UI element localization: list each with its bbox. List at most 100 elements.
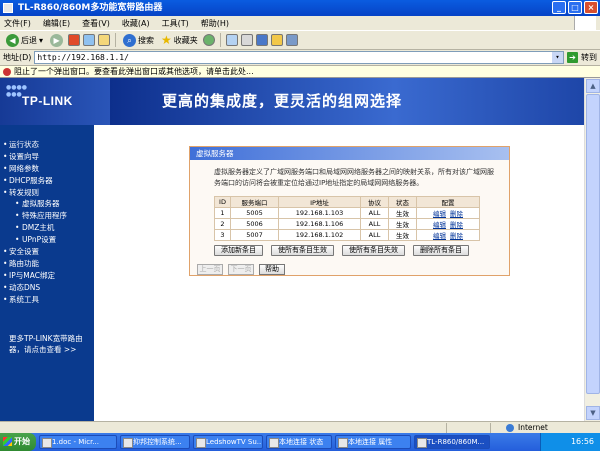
go-arrow-icon[interactable]: ➔ — [567, 52, 578, 63]
status-cell — [446, 423, 460, 433]
search-button[interactable]: ⌕ 搜索 — [121, 32, 156, 48]
banner-slogan: 更高的集成度，更灵活的组网选择 — [162, 92, 403, 110]
forward-arrow-icon: ▶ — [50, 33, 64, 47]
search-icon: ⌕ — [123, 33, 137, 47]
sidebar-item-forwarding[interactable]: 转发规则 — [0, 187, 94, 199]
refresh-icon[interactable] — [83, 34, 96, 46]
virtual-server-panel: 虚拟服务器 虚拟服务器定义了广域网服务端口和局域网网络服务器之间的映射关系，所有… — [189, 146, 510, 276]
close-button[interactable]: × — [584, 1, 598, 14]
sidebar-item-security[interactable]: 安全设置 — [0, 246, 94, 258]
address-input[interactable]: http://192.168.1.1/ ▾ — [34, 51, 564, 64]
window-title-bar: TL-R860/860M多功能宽带路由器 _ □ × — [0, 0, 600, 16]
col-status: 状态 — [388, 196, 417, 208]
scroll-up-icon[interactable]: ▲ — [586, 79, 600, 93]
back-button[interactable]: ◀ 后退 ▾ — [4, 32, 45, 48]
taskbar-item-router[interactable]: TL-R860/860M... — [414, 435, 490, 449]
menu-view[interactable]: 查看(V) — [82, 18, 110, 29]
cell-port: 5006 — [230, 218, 279, 230]
cell-id: 2 — [214, 218, 231, 230]
word-icon[interactable] — [255, 34, 268, 46]
cell-config: 编辑 删除 — [416, 207, 480, 219]
delete-all-button[interactable]: 删除所有条目 — [413, 245, 469, 256]
enable-all-button[interactable]: 使所有条目生效 — [271, 245, 334, 256]
col-protocol: 协议 — [360, 196, 389, 208]
col-ip: IP地址 — [278, 196, 361, 208]
taskbar-item-word[interactable]: 1.doc - Micr... — [39, 435, 117, 449]
sidebar-item-dmz[interactable]: DMZ主机 — [0, 222, 94, 234]
edit-link[interactable]: 编辑 — [433, 232, 446, 240]
media-icon[interactable] — [202, 34, 215, 46]
scroll-thumb[interactable] — [586, 94, 600, 394]
maximize-button[interactable]: □ — [568, 1, 582, 14]
search-label: 搜索 — [138, 35, 155, 45]
menu-tools[interactable]: 工具(T) — [162, 18, 189, 29]
cell-id: 3 — [214, 229, 231, 241]
home-icon[interactable] — [98, 34, 111, 46]
sidebar-item-special-app[interactable]: 特殊应用程序 — [0, 210, 94, 222]
col-port: 服务端口 — [230, 196, 279, 208]
messenger-icon[interactable] — [285, 34, 298, 46]
windows-taskbar: 开始 1.doc - Micr... 抑邦控制系统... LedshowTV S… — [0, 433, 600, 451]
sidebar-item-upnp[interactable]: UPnP设置 — [0, 234, 94, 246]
sidebar-item-system[interactable]: 系统工具 — [0, 294, 94, 306]
edit-link[interactable]: 编辑 — [433, 221, 446, 229]
chevron-down-icon[interactable]: ▾ — [552, 52, 563, 63]
more-products-link[interactable]: 更多TP-LINK宽带路由器，请点击查看 >> — [9, 333, 91, 355]
router-banner: ●●●● ●●● TP-LINK 更高的集成度，更灵活的组网选择 — [0, 78, 584, 125]
sidebar-item-virtual-server[interactable]: 虚拟服务器 — [0, 198, 94, 210]
vertical-scrollbar[interactable]: ▲ ▼ — [584, 78, 600, 421]
forward-button[interactable]: ▶ — [48, 32, 65, 48]
cell-status: 生效 — [388, 218, 417, 230]
blocked-icon — [3, 68, 11, 76]
start-button[interactable]: 开始 — [0, 433, 36, 451]
sidebar-nav: 运行状态 设置向导 网络参数 DHCP服务器 转发规则 虚拟服务器 特殊应用程序… — [0, 125, 94, 421]
edit-link[interactable]: 编辑 — [433, 210, 446, 218]
help-button[interactable]: 帮助 — [259, 264, 285, 275]
prev-page-button[interactable]: 上一页 — [197, 264, 223, 275]
taskbar-item-lan-properties[interactable]: 本地连接 属性 — [335, 435, 411, 449]
sidebar-item-wizard[interactable]: 设置向导 — [0, 151, 94, 163]
tp-link-logo: TP-LINK — [22, 94, 73, 108]
delete-link[interactable]: 删除 — [450, 210, 463, 218]
disable-all-button[interactable]: 使所有条目失效 — [342, 245, 405, 256]
print-icon[interactable] — [240, 34, 253, 46]
sidebar-item-ip-mac[interactable]: IP与MAC绑定 — [0, 270, 94, 282]
sidebar-item-dhcp[interactable]: DHCP服务器 — [0, 175, 94, 187]
delete-link[interactable]: 删除 — [450, 221, 463, 229]
next-page-button[interactable]: 下一页 — [228, 264, 254, 275]
taskbar-item-control[interactable]: 抑邦控制系统... — [120, 435, 190, 449]
cell-port: 5007 — [230, 229, 279, 241]
menu-edit[interactable]: 编辑(E) — [43, 18, 70, 29]
sidebar-item-ddns[interactable]: 动态DNS — [0, 282, 94, 294]
add-entry-button[interactable]: 添加新条目 — [214, 245, 263, 256]
slogan-area: 更高的集成度，更灵活的组网选择 — [110, 78, 584, 125]
sidebar-item-status[interactable]: 运行状态 — [0, 139, 94, 151]
cell-port: 5005 — [230, 207, 279, 219]
sidebar-item-routing[interactable]: 路由功能 — [0, 258, 94, 270]
cell-protocol: ALL — [360, 229, 389, 241]
ie-icon — [3, 3, 13, 13]
menu-help[interactable]: 帮助(H) — [201, 18, 229, 29]
menu-favorites[interactable]: 收藏(A) — [122, 18, 150, 29]
folder-icon[interactable] — [270, 34, 283, 46]
stop-icon[interactable] — [68, 34, 81, 46]
clock: 16:56 — [570, 437, 594, 446]
popup-blocked-bar[interactable]: 阻止了一个弹出窗口。要查看此弹出窗口或其他选项，请单击此处... — [0, 66, 600, 78]
cell-ip: 192.168.1.106 — [278, 218, 361, 230]
mail-icon[interactable] — [225, 34, 238, 46]
windows-logo-icon — [574, 16, 596, 30]
sidebar-item-network[interactable]: 网络参数 — [0, 163, 94, 175]
minimize-button[interactable]: _ — [552, 1, 566, 14]
virtual-server-table: ID 服务端口 IP地址 协议 状态 配置 1 5005 192.168.1.1… — [214, 196, 480, 241]
favorites-label: 收藏夹 — [173, 35, 198, 45]
scroll-down-icon[interactable]: ▼ — [586, 406, 600, 420]
delete-link[interactable]: 删除 — [450, 232, 463, 240]
taskbar-item-ledshow[interactable]: LedshowTV Su... — [193, 435, 263, 449]
menu-file[interactable]: 文件(F) — [4, 18, 31, 29]
cell-ip: 192.168.1.103 — [278, 207, 361, 219]
taskbar-item-lan-status[interactable]: 本地连接 状态 — [266, 435, 332, 449]
panel-description: 虚拟服务器定义了广域网服务端口和局域网网络服务器之间的映射关系，所有对该广域网服… — [214, 168, 494, 187]
go-button[interactable]: 转到 — [581, 52, 597, 63]
table-header-row: ID 服务端口 IP地址 协议 状态 配置 — [214, 196, 480, 208]
favorites-button[interactable]: ★ 收藏夹 — [159, 32, 200, 48]
